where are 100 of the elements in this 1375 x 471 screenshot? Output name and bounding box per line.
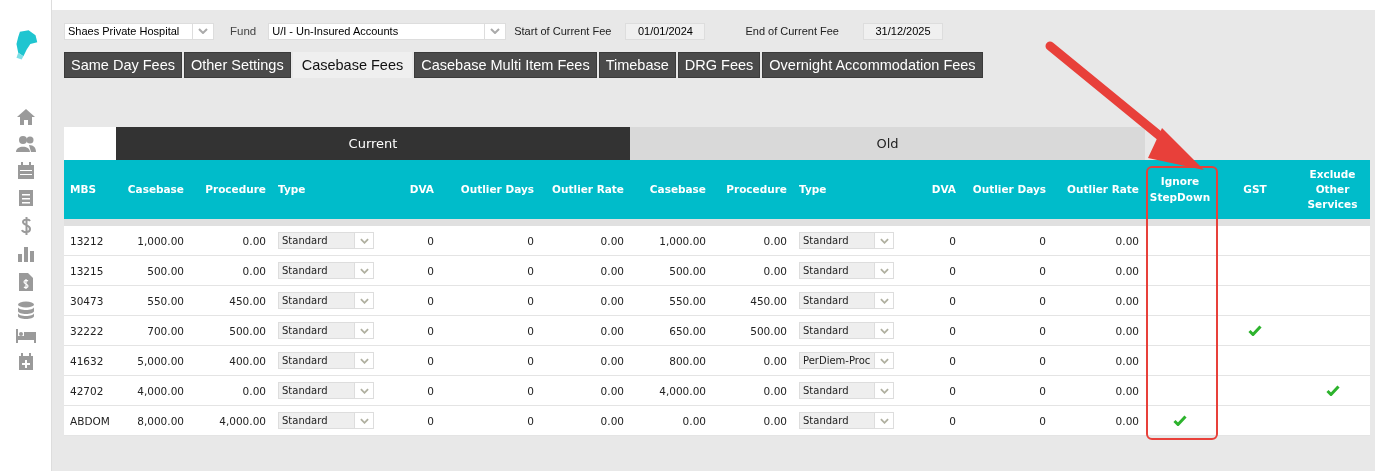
table-cell: 0 (949, 354, 956, 367)
tab[interactable]: Casebase Fees (292, 52, 413, 78)
type-dropdown[interactable]: Standard (278, 232, 374, 249)
type-dropdown[interactable]: Standard (799, 412, 894, 429)
table-cell: 0 (1039, 264, 1046, 277)
table-cell: 8,000.00 (137, 414, 184, 427)
table-cell: 0.00 (1115, 264, 1139, 277)
type-dropdown[interactable]: Standard (799, 232, 894, 249)
table-cell: 4,000.00 (659, 384, 706, 397)
type-dropdown[interactable]: Standard (278, 382, 374, 399)
calendar-icon[interactable] (16, 162, 35, 180)
table-cell: 0.00 (600, 294, 624, 307)
calendar-add-icon[interactable] (17, 353, 34, 371)
tab[interactable]: Other Settings (183, 52, 291, 78)
table-cell: 0.00 (763, 234, 787, 247)
table-cell: 1,000.00 (659, 234, 706, 247)
table-cell: 0 (1039, 354, 1046, 367)
type-dropdown[interactable]: Standard (799, 322, 894, 339)
tab[interactable]: Casebase Multi Item Fees (414, 52, 597, 78)
table-cell: 0 (949, 294, 956, 307)
end-date-field[interactable]: 31/12/2025 (863, 22, 943, 40)
table-cell: 500.00 (750, 324, 787, 337)
type-dropdown[interactable]: Standard (278, 322, 374, 339)
table-cell: 500.00 (147, 264, 184, 277)
table-cell: 0.00 (763, 414, 787, 427)
table-cell: 550.00 (669, 294, 706, 307)
chevron-icon (879, 417, 889, 424)
table-cell: 0 (527, 234, 534, 247)
table-cell: 0.00 (1115, 294, 1139, 307)
start-date-field[interactable]: 01/01/2024 (625, 22, 706, 40)
type-dropdown[interactable]: Standard (278, 262, 374, 279)
type-dropdown[interactable]: Standard (278, 352, 374, 369)
table-cell: 700.00 (147, 324, 184, 337)
users-icon[interactable] (14, 135, 37, 153)
invoice-icon[interactable] (17, 272, 34, 292)
table-cell: 0.00 (1115, 414, 1139, 427)
table-cell: 0 (949, 384, 956, 397)
table-cell: 500.00 (229, 324, 266, 337)
bar-chart-icon[interactable] (16, 245, 35, 263)
type-dropdown[interactable]: Standard (799, 382, 894, 399)
table-cell: 0 (427, 354, 434, 367)
chevron-icon (359, 297, 369, 304)
group-header: Current (116, 127, 630, 160)
chevron-icon (879, 267, 889, 274)
type-dropdown[interactable]: Standard (799, 292, 894, 309)
table-cell: 13215 (70, 264, 104, 277)
table-cell: 0.00 (763, 264, 787, 277)
home-icon[interactable] (15, 108, 36, 126)
tab[interactable]: Same Day Fees (64, 52, 182, 78)
hospital-dropdown[interactable]: Shaes Private Hospital (64, 22, 214, 40)
end-date-label: End of Current Fee (745, 25, 839, 37)
type-dropdown[interactable]: Standard (278, 412, 374, 429)
table-cell: 32222 (70, 324, 104, 337)
start-date-label: Start of Current Fee (514, 25, 612, 37)
table-cell: 0.00 (682, 414, 706, 427)
table-cell: 41632 (70, 354, 104, 367)
type-dropdown[interactable]: Standard (278, 292, 374, 309)
chevron-icon (359, 357, 369, 364)
table-cell: 0.00 (1115, 384, 1139, 397)
tab[interactable]: Overnight Accommodation Fees (762, 52, 983, 78)
chevron-icon (198, 28, 208, 34)
chevron-icon (359, 387, 369, 394)
chevron-icon (359, 327, 369, 334)
table-cell: 800.00 (669, 354, 706, 367)
table-cell: 450.00 (229, 294, 266, 307)
tab[interactable]: Timebase (598, 52, 676, 78)
table-cell: 13212 (70, 234, 104, 247)
chevron-icon (490, 28, 501, 34)
table-cell: 4,000.00 (137, 384, 184, 397)
table-cell: 0.00 (600, 384, 624, 397)
bed-icon[interactable] (14, 328, 37, 344)
type-dropdown[interactable]: PerDiem-Proc (799, 352, 894, 369)
fund-label: Fund (230, 25, 257, 37)
chevron-icon (879, 357, 889, 364)
chevron-icon (879, 387, 889, 394)
chevron-icon (359, 417, 369, 424)
table-cell: 0 (427, 384, 434, 397)
table-cell: 0.00 (1115, 324, 1139, 337)
table-cell: 0 (949, 264, 956, 277)
table-cell: 0 (1039, 324, 1046, 337)
table-cell: 0 (427, 234, 434, 247)
type-dropdown[interactable]: Standard (799, 262, 894, 279)
table-cell: 0 (527, 384, 534, 397)
fund-dropdown[interactable]: U/I - Un-Insured Accounts (268, 22, 507, 40)
group-header: Old (630, 127, 1145, 160)
table-cell: 0.00 (1115, 234, 1139, 247)
table-cell: 0.00 (763, 384, 787, 397)
tab[interactable]: DRG Fees (677, 52, 761, 78)
table-cell: 0 (1039, 384, 1046, 397)
table-cell: 0 (527, 414, 534, 427)
table-cell: 0 (427, 264, 434, 277)
table-cell: 0 (527, 354, 534, 367)
dollar-icon[interactable] (19, 216, 32, 236)
document-icon[interactable] (17, 189, 34, 207)
table-cell: 0.00 (600, 234, 624, 247)
chevron-icon (879, 237, 889, 244)
table-cell: 0 (949, 234, 956, 247)
table-cell: 0.00 (600, 264, 624, 277)
database-icon[interactable] (16, 301, 35, 319)
table-cell: 450.00 (750, 294, 787, 307)
